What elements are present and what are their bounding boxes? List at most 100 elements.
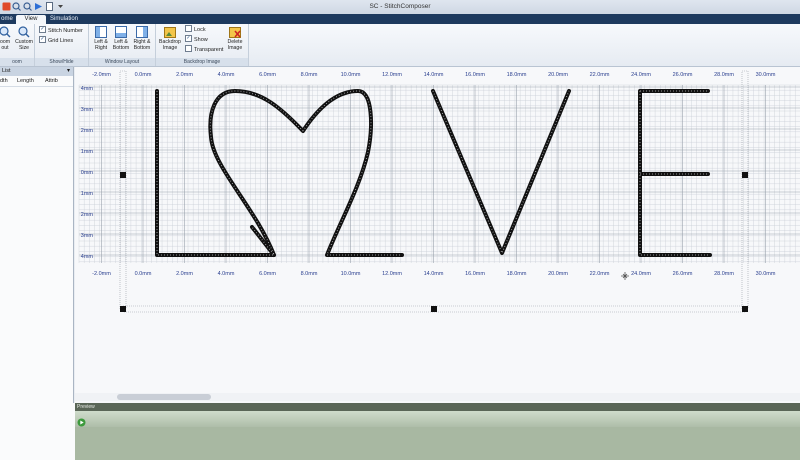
show-checkbox[interactable]: ✓ Show [185, 35, 208, 44]
stitch-canvas-svg[interactable]: -2.0mm -2.0mm 0.0mm 0.0mm 2.0mm 2.0mm 4.0mm 4.0… [59, 67, 800, 393]
window-title: SC - StitchComposer [369, 3, 431, 10]
show-hide-group-label: Show/Hide [35, 58, 88, 66]
ribbon-tabs: ome View Simulation [0, 14, 800, 24]
tab-simulation[interactable]: Simulation [48, 15, 80, 24]
move-cursor-icon [621, 272, 629, 280]
custom-size-button[interactable]: Custom Size [14, 26, 34, 51]
ruler-y-label: 4mm [81, 86, 94, 92]
ruler-y-label: 0mm [81, 170, 94, 176]
hoop-right-edge [741, 70, 749, 310]
stitch-number-checkbox[interactable]: ✓ Stitch Number [39, 26, 83, 35]
ruler-x-label: 26.0mm [673, 271, 693, 277]
letter-e [638, 89, 712, 257]
pin-icon[interactable]: ▾ [67, 67, 70, 76]
ruler-x-label: 22.0mm [590, 271, 610, 277]
show-hide-group: ✓ Stitch Number ✓ Grid Lines Show/Hide [35, 24, 89, 66]
left-bottom-layout-button[interactable]: Left & Bottom [111, 26, 131, 51]
horizontal-scrollbar[interactable] [75, 393, 800, 401]
checkmark-icon: ✓ [39, 26, 46, 34]
resize-handle [742, 172, 748, 178]
ruler-x-label: 18.0mm [507, 72, 527, 78]
ruler-x-label: 12.0mm [382, 271, 402, 277]
preview-toolbar [75, 411, 800, 427]
ruler-x-label: 20.0mm [548, 271, 568, 277]
ruler-x-label: 24.0mm [631, 271, 651, 277]
ruler-x-label: 28.0mm [714, 72, 734, 78]
window-layout-group-label: Window Layout [89, 58, 155, 66]
preview-header: Preview [75, 403, 800, 411]
ruler-x-label: 2.0mm [176, 271, 193, 277]
title-bar: SC - StitchComposer [0, 0, 800, 14]
panel-title: List [2, 68, 11, 74]
checkmark-icon: ✓ [39, 36, 46, 44]
delete-image-icon [229, 26, 241, 38]
ruler-x-label: 24.0mm [631, 72, 651, 78]
ruler-x-label: 14.0mm [424, 271, 444, 277]
ruler-x-label: 30.0mm [756, 271, 776, 277]
ruler-y-label: 3mm [81, 233, 94, 239]
ruler-x-label: -2.0mm [92, 72, 111, 78]
zoom-out-icon [0, 26, 11, 38]
ruler-x-label: 0.0mm [135, 271, 152, 277]
backdrop-image-icon [164, 26, 176, 38]
preview-panel: Preview [75, 403, 800, 460]
letter-heart-stitch-dots [209, 90, 402, 256]
hoop-left-edge [119, 70, 127, 310]
letter-v [431, 89, 571, 255]
design-canvas[interactable]: -2.0mm -2.0mm 0.0mm 0.0mm 2.0mm 2.0mm 4.0mm 4.0… [59, 67, 800, 403]
resize-handle [120, 172, 126, 178]
ruler-y-label: 2mm [81, 128, 94, 134]
resize-handle [742, 306, 748, 312]
zoom-out-button[interactable]: oom out [0, 26, 13, 51]
ruler-y-label: 3mm [81, 107, 94, 113]
delete-image-button[interactable]: Delete Image [224, 26, 246, 51]
ruler-x-label: 30.0mm [756, 72, 776, 78]
zoom-group: oom out Custom Size oom [0, 24, 35, 66]
ruler-x-label: 16.0mm [465, 271, 485, 277]
backdrop-image-group: Backdrop Image Lock ✓ Show Transparent De… [156, 24, 249, 66]
ruler-x-label: 10.0mm [341, 271, 361, 277]
letter-l [155, 89, 276, 257]
letter-heart [208, 89, 404, 257]
scrollbar-thumb[interactable] [117, 394, 211, 400]
ruler-x-label: 2.0mm [176, 72, 193, 78]
ruler-y-label: 4mm [81, 254, 94, 260]
left-right-layout-button[interactable]: Left & Right [91, 26, 111, 51]
ruler-x-label: 16.0mm [465, 72, 485, 78]
backdrop-image-button[interactable]: Backdrop Image [157, 26, 183, 51]
ruler-y-label: 2mm [81, 212, 94, 218]
ruler-x-label: 0.0mm [135, 72, 152, 78]
ruler-x-label: 10.0mm [341, 72, 361, 78]
tab-home[interactable]: ome [0, 15, 14, 24]
bottom-left-area [0, 403, 76, 460]
ruler-x-label: 8.0mm [301, 271, 318, 277]
column-attrib[interactable]: Attrib [45, 77, 58, 86]
play-icon[interactable] [77, 414, 86, 432]
ruler-y-label: 1mm [81, 191, 94, 197]
ruler-x-label: 18.0mm [507, 271, 527, 277]
column-length[interactable]: Length [17, 77, 34, 86]
ruler-x-label: 14.0mm [424, 72, 444, 78]
transparent-checkbox[interactable]: Transparent [185, 45, 223, 54]
ruler-x-label: 4.0mm [218, 72, 235, 78]
ruler-x-label: 6.0mm [259, 271, 276, 277]
tab-view[interactable]: View [16, 15, 46, 24]
ruler-x-label: 12.0mm [382, 72, 402, 78]
backdrop-image-group-label: Backdrop Image [156, 58, 248, 66]
window-layout-group: Left & Right Left & Bottom Right & Botto… [89, 24, 156, 66]
checkmark-icon: ✓ [185, 35, 192, 43]
column-width[interactable]: dth [0, 77, 8, 86]
stitch-list-panel: List ▾ dth Length Attrib [0, 67, 74, 403]
ruler-x-label: -2.0mm [92, 271, 111, 277]
right-bottom-layout-icon [136, 26, 148, 38]
ruler-x-label: 6.0mm [259, 72, 276, 78]
ruler-x-label: 8.0mm [301, 72, 318, 78]
ruler-x-label: 20.0mm [548, 72, 568, 78]
ruler-x-label: 4.0mm [218, 271, 235, 277]
list-column-headers: dth Length Attrib [0, 77, 73, 87]
letter-v-stitch-dots [432, 90, 570, 255]
zoom-group-label: oom [0, 58, 34, 66]
lock-checkbox[interactable]: Lock [185, 25, 206, 34]
grid-lines-checkbox[interactable]: ✓ Grid Lines [39, 36, 73, 45]
right-bottom-layout-button[interactable]: Right & Bottom [131, 26, 153, 51]
